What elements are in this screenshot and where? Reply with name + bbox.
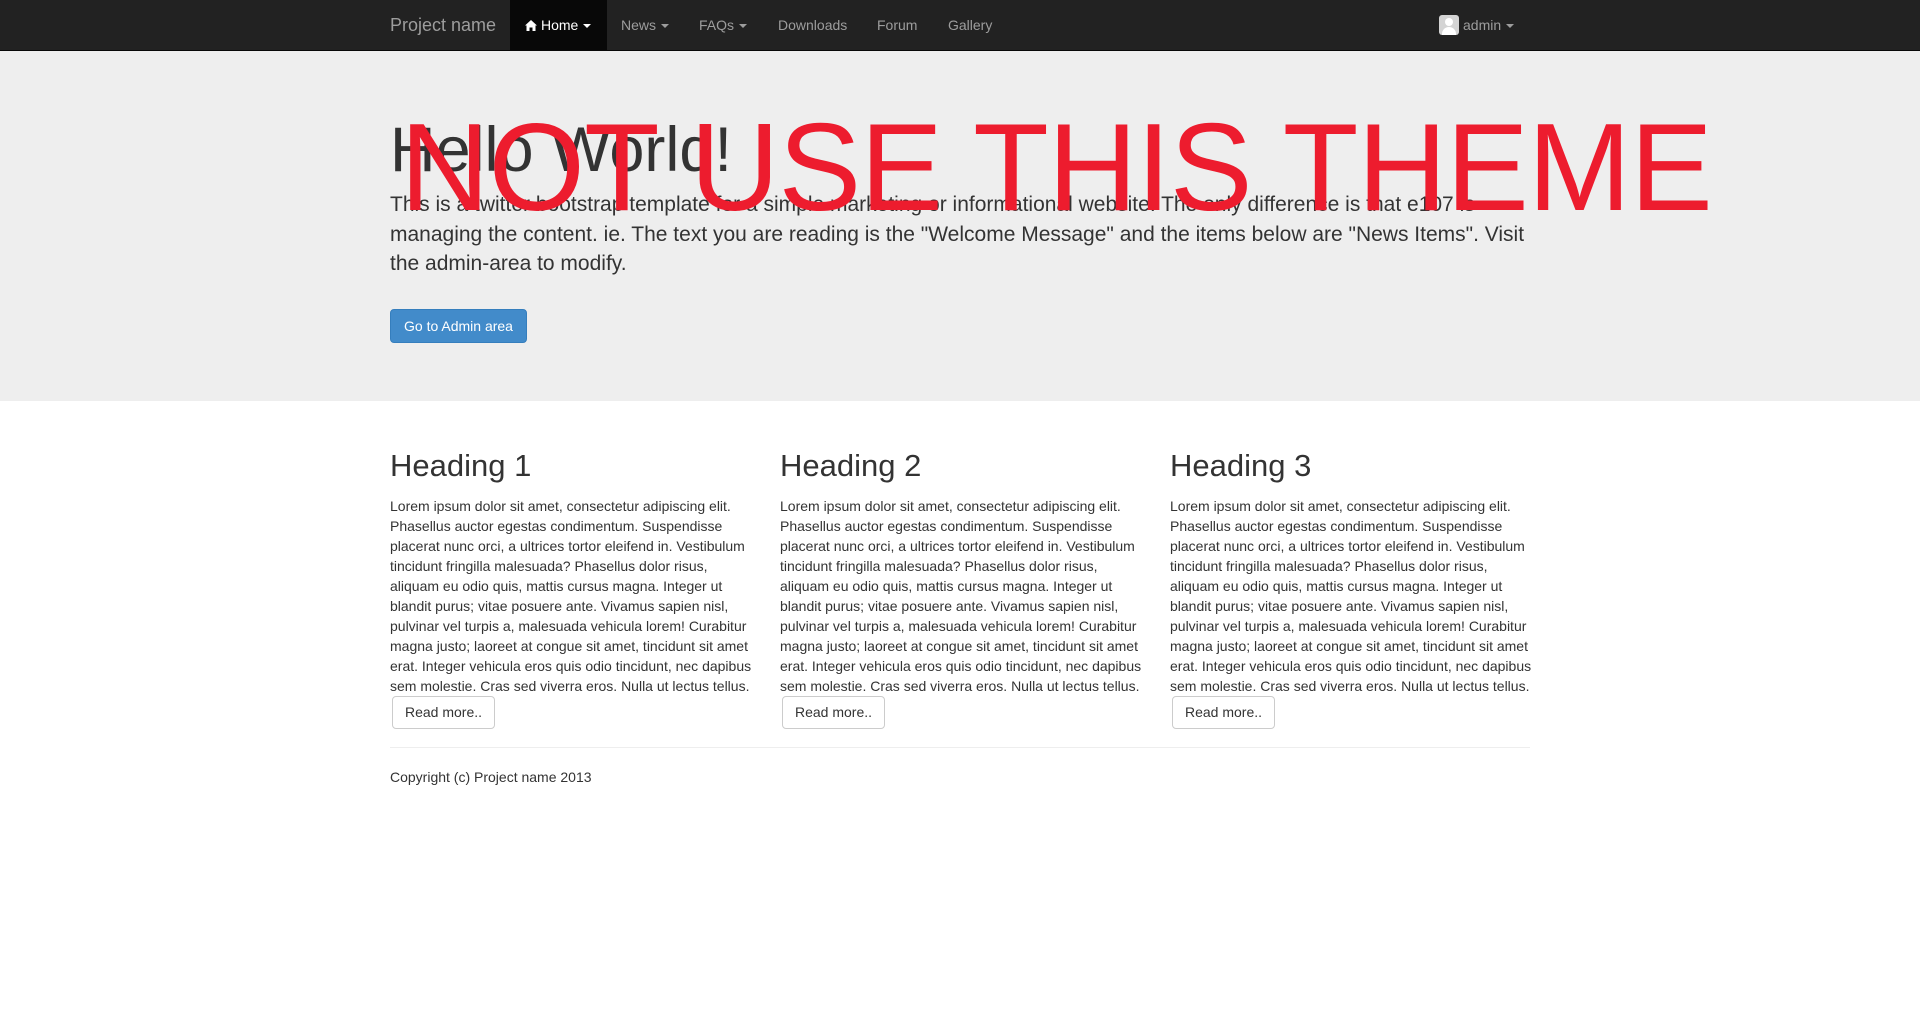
nav-item-news[interactable]: News [621,0,670,51]
news-column-3: Heading 3 Lorem ipsum dolor sit amet, co… [1170,448,1536,730]
news-column-2: Heading 2 Lorem ipsum dolor sit amet, co… [780,448,1146,730]
column-body-text: Lorem ipsum dolor sit amet, consectetur … [780,498,1142,695]
nav-item-faqs[interactable]: FAQs [699,0,748,51]
caret-down-icon [1506,24,1515,29]
footer-copyright: Copyright (c) Project name 2013 [390,769,592,785]
nav-item-downloads[interactable]: Downloads [778,0,847,51]
user-label: admin [1463,17,1502,33]
nav-item-forum[interactable]: Forum [877,0,917,51]
avatar-icon [1439,15,1459,35]
column-heading: Heading 3 [1170,448,1312,483]
brand-link[interactable]: Project name [390,0,496,51]
nav-item-home[interactable]: Home [510,0,607,51]
nav-item-label: News [621,17,657,33]
home-icon [525,1,537,51]
caret-down-icon [583,24,592,29]
column-body: Lorem ipsum dolor sit amet, consectetur … [1170,496,1536,730]
user-menu[interactable]: admin [1439,0,1515,51]
nav-item-label: Forum [877,17,918,33]
nav-item-label: Downloads [778,17,848,33]
go-to-admin-button[interactable]: Go to Admin area [390,309,527,343]
column-body-text: Lorem ipsum dolor sit amet, consectetur … [390,498,752,695]
read-more-button[interactable]: Read more.. [392,696,496,730]
column-body: Lorem ipsum dolor sit amet, consectetur … [780,496,1146,730]
nav-item-label: Home [541,17,579,33]
column-heading: Heading 2 [780,448,922,483]
caret-down-icon [739,24,748,29]
column-body: Lorem ipsum dolor sit amet, consectetur … [390,496,756,730]
read-more-button[interactable]: Read more.. [1172,696,1276,730]
nav-item-label: FAQs [699,17,735,33]
caret-down-icon [661,24,670,29]
news-column-1: Heading 1 Lorem ipsum dolor sit amet, co… [390,448,756,730]
warning-overlay-text: NOT USE THIS THEME [400,99,1713,237]
nav-item-gallery[interactable]: Gallery [948,0,992,51]
column-heading: Heading 1 [390,448,532,483]
top-navbar: Project name Home News FAQs Downloads Fo… [0,0,1920,51]
footer-divider [390,747,1530,748]
read-more-button[interactable]: Read more.. [782,696,886,730]
column-body-text: Lorem ipsum dolor sit amet, consectetur … [1170,498,1532,695]
nav-item-label: Gallery [948,17,993,33]
